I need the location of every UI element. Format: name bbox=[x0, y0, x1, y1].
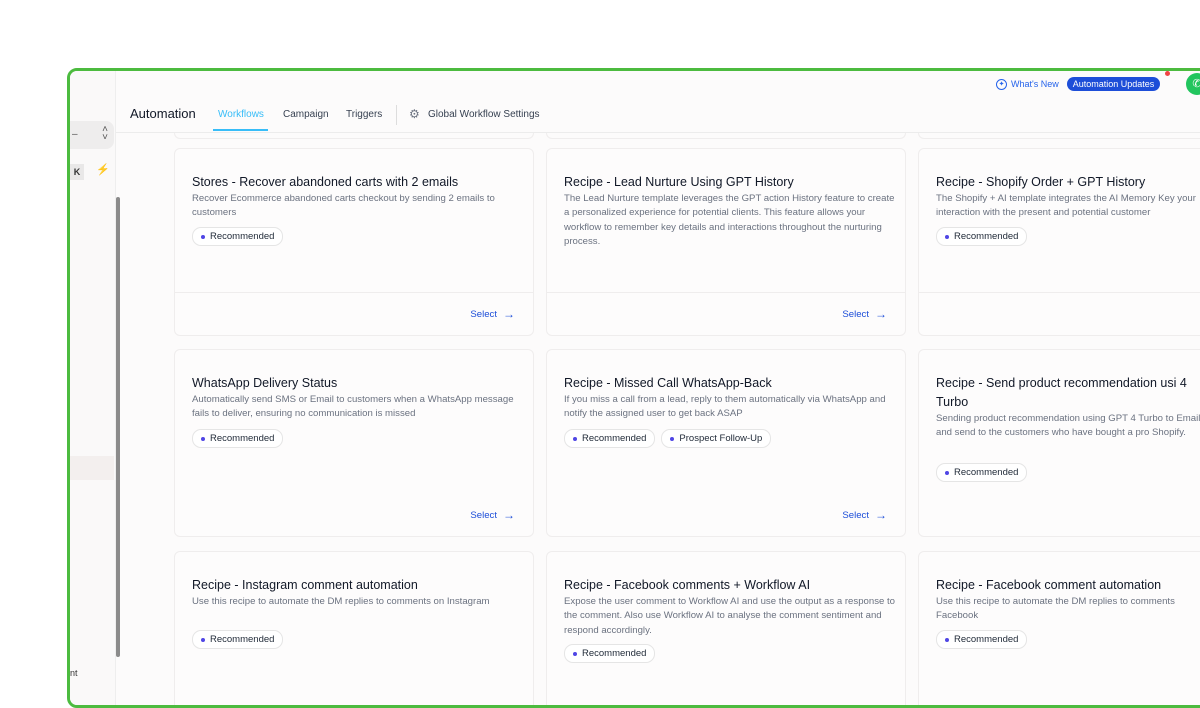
card-description: Expose the user comment to Workflow AI a… bbox=[564, 596, 895, 636]
active-tab-underline bbox=[213, 129, 268, 131]
recipe-card[interactable]: Recipe - Missed Call WhatsApp-Back If yo… bbox=[546, 349, 906, 537]
nav-divider bbox=[396, 105, 397, 125]
tab-workflows[interactable]: Workflows bbox=[218, 109, 264, 120]
sidebar-location-select[interactable]: – ˄ ˅ bbox=[70, 121, 114, 149]
tag-badge: Prospect Follow-Up bbox=[661, 429, 772, 448]
card-title: Recipe - Instagram comment automation bbox=[192, 578, 418, 592]
notification-dot bbox=[1165, 71, 1170, 76]
recipe-card[interactable]: Recipe - Send product recommendation usi… bbox=[918, 349, 1200, 537]
sidebar: – ˄ ˅ K ⚡ nt bbox=[70, 71, 116, 705]
page-title: Automation bbox=[130, 106, 196, 121]
card-title: Recipe - Send product recommendation usi… bbox=[936, 376, 1187, 409]
tab-campaign[interactable]: Campaign bbox=[283, 109, 329, 120]
card-description: Automatically send SMS or Email to custo… bbox=[192, 394, 514, 420]
card-description: Sending product recommendation using GPT… bbox=[936, 413, 1200, 439]
gear-icon[interactable]: ⚙ bbox=[409, 107, 420, 121]
tab-triggers[interactable]: Triggers bbox=[346, 109, 382, 120]
card-description: Recover Ecommerce abandoned carts checko… bbox=[192, 193, 495, 219]
automation-updates-badge[interactable]: Automation Updates bbox=[1066, 77, 1161, 91]
sidebar-bottom-text: nt bbox=[70, 668, 78, 678]
card-title: Stores - Recover abandoned carts with 2 … bbox=[192, 175, 459, 189]
tag-badge: Recommended bbox=[936, 463, 1028, 482]
sidebar-scrollbar[interactable] bbox=[116, 197, 120, 657]
card-title: Recipe - Missed Call WhatsApp-Back bbox=[564, 376, 772, 390]
card-divider bbox=[175, 292, 533, 293]
whats-new-label: What's New bbox=[1011, 79, 1059, 89]
select-button[interactable]: Select → bbox=[470, 307, 515, 321]
recipe-card[interactable]: Recipe - Facebook comments + Workflow AI… bbox=[546, 551, 906, 705]
select-button[interactable]: Select → bbox=[470, 508, 515, 522]
recipe-card[interactable]: Stores - Recover abandoned carts with 2 … bbox=[174, 148, 534, 336]
card-top-edge bbox=[918, 133, 1200, 139]
arrow-right-icon: → bbox=[503, 307, 515, 321]
card-divider bbox=[547, 292, 905, 293]
card-title: WhatsApp Delivery Status bbox=[192, 376, 338, 390]
card-description: Use this recipe to automate the DM repli… bbox=[936, 596, 1175, 622]
sparkle-icon: ✦ bbox=[996, 78, 1007, 90]
card-title: Recipe - Facebook comments + Workflow AI bbox=[564, 578, 811, 592]
chevron-updown-icon: ˄ ˅ bbox=[102, 124, 108, 143]
card-title: Recipe - Facebook comment automation bbox=[936, 578, 1162, 592]
card-description: The Lead Nurture template leverages the … bbox=[564, 193, 895, 247]
tag-badge: Recommended bbox=[936, 227, 1028, 246]
lightning-icon[interactable]: ⚡ bbox=[96, 163, 110, 176]
global-workflow-settings-link[interactable]: Global Workflow Settings bbox=[428, 109, 540, 120]
top-bar: ✦ What's New Automation Updates bbox=[116, 71, 1200, 93]
sidebar-k-badge[interactable]: K bbox=[70, 164, 84, 180]
app-window: – ˄ ˅ K ⚡ nt ✦ What's New Automation Upda… bbox=[67, 68, 1200, 708]
automation-nav: Automation Workflows Campaign Triggers ⚙… bbox=[116, 93, 1200, 133]
whats-new-link[interactable]: ✦ What's New Automation Updates bbox=[996, 77, 1161, 91]
sidebar-active-item[interactable] bbox=[70, 456, 114, 480]
card-title: Recipe - Lead Nurture Using GPT History bbox=[564, 175, 794, 189]
recipe-card[interactable]: Recipe - Lead Nurture Using GPT History … bbox=[546, 148, 906, 336]
card-description: The Shopify + AI template integrates the… bbox=[936, 193, 1196, 219]
arrow-right-icon: → bbox=[875, 307, 887, 321]
recipe-card[interactable]: Recipe - Instagram comment automation Us… bbox=[174, 551, 534, 705]
card-top-edge bbox=[546, 133, 906, 139]
recipe-card[interactable]: Recipe - Facebook comment automation Use… bbox=[918, 551, 1200, 705]
arrow-right-icon: → bbox=[503, 508, 515, 522]
arrow-right-icon: → bbox=[875, 508, 887, 522]
tag-badge: Recommended bbox=[192, 630, 284, 649]
card-description: Use this recipe to automate the DM repli… bbox=[192, 596, 490, 607]
tag-badge: Recommended bbox=[564, 429, 656, 448]
tag-badge: Recommended bbox=[192, 227, 284, 246]
card-divider bbox=[919, 292, 1200, 293]
card-title: Recipe - Shopify Order + GPT History bbox=[936, 175, 1146, 189]
tag-badge: Recommended bbox=[564, 644, 656, 663]
tag-badge: Recommended bbox=[192, 429, 284, 448]
tag-badge: Recommended bbox=[936, 630, 1028, 649]
card-description: If you miss a call from a lead, reply to… bbox=[564, 394, 886, 420]
select-button[interactable]: Select → bbox=[842, 307, 887, 321]
recipe-card[interactable]: Recipe - Shopify Order + GPT History The… bbox=[918, 148, 1200, 336]
card-top-edge bbox=[174, 133, 534, 139]
select-button[interactable]: Select → bbox=[842, 508, 887, 522]
dash-icon: – bbox=[72, 129, 78, 140]
recipe-card[interactable]: WhatsApp Delivery Status Automatically s… bbox=[174, 349, 534, 537]
